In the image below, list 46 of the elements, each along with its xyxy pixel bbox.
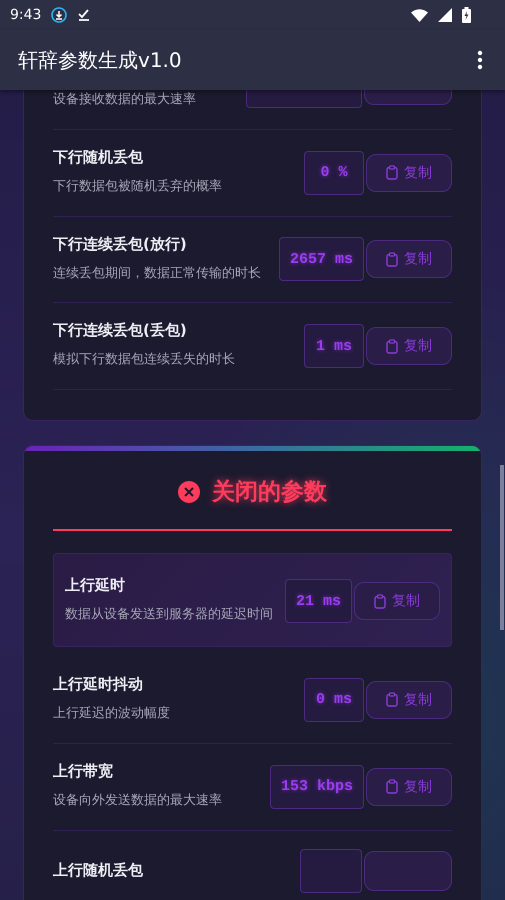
scrollbar[interactable] — [500, 465, 504, 630]
param-description: 设备接收数据的最大速率 — [53, 91, 197, 109]
more-menu-icon[interactable] — [477, 50, 483, 70]
download-icon — [51, 7, 68, 23]
wifi-icon — [411, 8, 428, 22]
param-description: 上行延迟的波动幅度 — [53, 704, 171, 723]
copy-button[interactable]: 复制 — [366, 768, 452, 806]
copy-button[interactable]: 复制 — [366, 327, 452, 366]
value-box: 2657 ms — [278, 237, 364, 282]
copy-button[interactable]: 复制 — [354, 582, 440, 620]
section-title: 关闭的参数 — [212, 478, 327, 508]
param-description: 下行数据包被随机丢弃的概率 — [53, 178, 223, 196]
app-title: 轩辞参数生成v1.0 — [18, 46, 182, 74]
value-box: 0 % — [304, 150, 364, 195]
clipboard-icon — [386, 692, 398, 708]
value-box: 21 ms — [284, 579, 352, 624]
copy-button[interactable]: 复制 — [366, 154, 452, 192]
param-description: 连续丢包期间，数据正常传输的时长 — [53, 264, 262, 283]
value-box — [300, 848, 362, 893]
param-description: 数据从设备发送到服务器的延迟时间 — [65, 606, 274, 624]
value-box: 153 kbps — [270, 764, 364, 809]
clipboard-icon — [386, 252, 398, 267]
param-title: 上行随机丢包 — [53, 861, 144, 880]
value-box: 0 ms — [304, 678, 364, 722]
param-title: 上行延时 — [65, 576, 126, 596]
clipboard-icon — [374, 594, 386, 609]
clipboard-icon — [386, 779, 398, 794]
param-title: 上行带宽 — [53, 762, 114, 781]
copy-button[interactable] — [364, 850, 452, 891]
value-box: 1 ms — [304, 324, 364, 368]
copy-button[interactable] — [364, 90, 452, 105]
param-description: 模拟下行数据包连续丢失的时长 — [53, 351, 236, 370]
param-title: 下行随机丢包 — [53, 148, 144, 167]
copy-button[interactable]: 复制 — [366, 680, 452, 719]
clipboard-icon — [386, 165, 398, 180]
check-icon — [77, 8, 92, 22]
signal-icon — [438, 8, 452, 22]
param-description: 设备向外发送数据的最大速率 — [53, 792, 223, 810]
battery-icon — [462, 7, 471, 23]
param-title: 下行连续丢包(丢包) — [53, 321, 188, 340]
param-title: 下行连续丢包(放行) — [53, 234, 188, 254]
copy-button[interactable]: 复制 — [366, 240, 452, 278]
close-circle-icon — [178, 480, 200, 503]
param-title: 上行延时抖动 — [53, 674, 144, 694]
clipboard-icon — [386, 338, 398, 354]
status-time: 9:43 — [10, 7, 42, 23]
